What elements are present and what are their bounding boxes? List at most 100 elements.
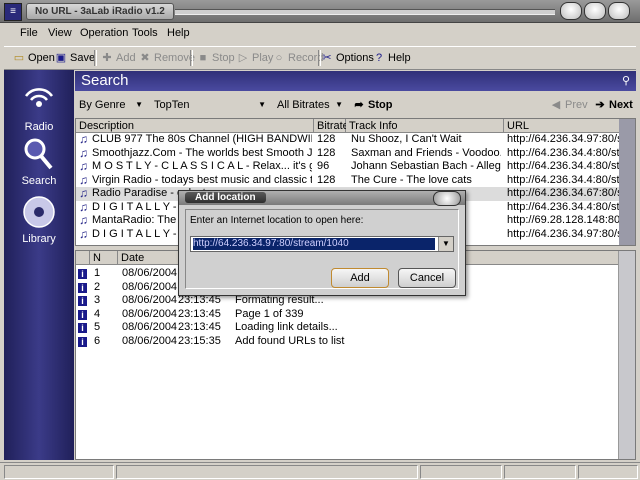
info-icon: i xyxy=(78,296,87,306)
toolbar-separator xyxy=(94,50,97,66)
cancel-button[interactable]: Cancel xyxy=(398,268,456,288)
minimize-button[interactable] xyxy=(560,2,582,20)
close-button[interactable] xyxy=(608,2,630,20)
table-row[interactable]: ♫ CLUB 977 The 80s Channel (HIGH BANDWIDT… xyxy=(76,133,619,147)
station-url: http://64.236.34.67:80/s... xyxy=(507,187,619,199)
pin-icon[interactable]: ⚲ xyxy=(622,71,630,91)
sidebar-item-radio[interactable]: Radio xyxy=(4,82,74,133)
menu-bar: File View Operation Tools Help xyxy=(0,24,640,44)
table-row[interactable]: ♫ M O S T L Y - C L A S S I C A L - Relax… xyxy=(76,160,619,174)
title-bar[interactable]: ≡ No URL - 3aLab iRadio v1.2 xyxy=(0,0,640,23)
record-button[interactable]: ○ Record xyxy=(272,49,324,67)
list-select[interactable]: TopTen ▼ xyxy=(154,97,268,113)
search-title: Search xyxy=(81,72,129,89)
remove-button[interactable]: ✖ Remove xyxy=(138,49,195,67)
stop-icon: ■ xyxy=(199,52,207,64)
play-button[interactable]: ▷ Play xyxy=(236,49,274,67)
log-time: 23:13:45 xyxy=(178,321,221,333)
col-description[interactable]: Description xyxy=(76,119,314,133)
menu-help[interactable]: Help xyxy=(167,27,190,39)
chevron-down-icon[interactable]: ▼ xyxy=(438,237,453,251)
status-pane-1 xyxy=(4,465,114,479)
menu-view[interactable]: View xyxy=(48,27,72,39)
station-bitrate: 96 xyxy=(317,160,330,172)
prev-arrow-icon: ◀ xyxy=(551,99,561,111)
table-row[interactable]: ♫ Virgin Radio - todays best music and cl… xyxy=(76,174,619,188)
help-button[interactable]: ? Help xyxy=(372,49,411,67)
folder-icon: ▭ xyxy=(13,52,25,64)
url-input[interactable]: http://64.236.34.97:80/stream/1040 ▼ xyxy=(190,236,454,252)
log-col-n[interactable]: N xyxy=(90,251,118,265)
grid-scrollbar[interactable] xyxy=(619,119,635,245)
record-icon: ○ xyxy=(275,52,283,64)
table-row[interactable]: ♫ Smoothjazz.Com - The worlds best Smooth… xyxy=(76,147,619,161)
music-note-icon: ♫ xyxy=(79,200,88,214)
radio-wave-icon xyxy=(24,88,54,107)
log-number: 3 xyxy=(94,294,101,306)
info-icon: i xyxy=(78,323,87,333)
station-url: http://64.236.34.97:80/st... xyxy=(507,133,619,145)
bitrate-select[interactable]: All Bitrates ▼ xyxy=(277,97,345,113)
log-number: 2 xyxy=(94,280,101,293)
log-row[interactable]: i 3 08/06/2004 23:13:45 Formating result... xyxy=(76,294,621,308)
station-url: http://64.236.34.4:80/st... xyxy=(507,173,619,186)
log-message: Loading link details... xyxy=(235,321,338,333)
search-stop-button[interactable]: ➦ Stop xyxy=(352,96,392,114)
sidebar-label-radio: Radio xyxy=(24,121,54,133)
genre-select[interactable]: By Genre ▼ xyxy=(79,97,145,113)
open-button[interactable]: ▭ Open xyxy=(12,49,55,67)
genre-value: By Genre xyxy=(79,99,126,111)
help-label: Help xyxy=(388,52,411,64)
sidebar-item-search[interactable]: Search xyxy=(4,136,74,187)
arrow-icon: ➦ xyxy=(354,99,364,111)
menu-tools[interactable]: Tools xyxy=(132,27,158,39)
remove-icon: ✖ xyxy=(140,52,150,64)
sidebar: Radio Search Library xyxy=(4,70,74,460)
log-row[interactable]: i 4 08/06/2004 23:13:45 Page 1 of 339 xyxy=(76,308,621,322)
music-note-icon: ♫ xyxy=(79,133,88,146)
col-track-info[interactable]: Track Info xyxy=(346,119,504,133)
menu-operation[interactable]: Operation xyxy=(80,27,128,39)
dialog-close-button[interactable] xyxy=(433,191,461,206)
dialog-title: Add location xyxy=(185,192,266,203)
app-icon[interactable]: ≡ xyxy=(4,3,22,21)
station-url: http://64.236.34.97:80/s... xyxy=(507,227,619,240)
bitrate-value: All Bitrates xyxy=(277,99,330,111)
log-row[interactable]: i 6 08/06/2004 23:15:35 Add found URLs to li… xyxy=(76,335,621,349)
save-label: Save xyxy=(70,52,96,64)
log-date: 08/06/2004 xyxy=(122,334,178,347)
open-label: Open xyxy=(28,52,55,64)
log-message: Add found URLs to list xyxy=(235,334,345,347)
info-icon: i xyxy=(78,269,87,279)
log-scrollbar[interactable] xyxy=(618,251,635,459)
log-date: 08/06/2004 xyxy=(122,280,178,293)
station-track: Saxman and Friends - Voodoo. xyxy=(351,146,501,159)
log-row[interactable]: i 5 08/06/2004 23:13:45 Loading link details… xyxy=(76,321,621,335)
status-bar xyxy=(0,462,640,480)
options-button[interactable]: ✂ Options xyxy=(320,49,374,67)
add-button[interactable]: ✚ Add xyxy=(100,49,135,67)
sidebar-item-library[interactable]: Library xyxy=(4,194,74,245)
search-header: Search ⚲ xyxy=(75,71,636,91)
prev-button[interactable]: ◀ Prev xyxy=(549,96,588,114)
prev-label: Prev xyxy=(565,99,588,111)
url-input-value: http://64.236.34.97:80/stream/1040 xyxy=(193,238,435,250)
log-message: Formating result... xyxy=(235,294,324,306)
maximize-button[interactable] xyxy=(584,2,606,20)
next-button[interactable]: ➔ Next xyxy=(593,96,632,114)
music-note-icon: ♫ xyxy=(79,227,88,241)
station-track: Johann Sebastian Bach - Allegro xyxy=(351,160,501,172)
next-arrow-icon: ➔ xyxy=(595,99,605,111)
stop-button[interactable]: ■ Stop xyxy=(196,49,235,67)
col-bitrate[interactable]: Bitrate xyxy=(314,119,349,133)
col-url[interactable]: URL xyxy=(504,119,621,133)
dialog-title-bar[interactable]: Add location xyxy=(179,191,465,206)
info-icon: i xyxy=(78,309,87,320)
volume-slider[interactable] xyxy=(504,465,576,479)
save-button[interactable]: ▣ Save xyxy=(54,49,95,67)
menu-file[interactable]: File xyxy=(20,27,38,39)
log-time: 23:15:35 xyxy=(178,334,221,347)
add-button-dialog[interactable]: Add xyxy=(331,268,389,288)
log-number: 6 xyxy=(94,334,101,347)
options-label: Options xyxy=(336,52,374,64)
